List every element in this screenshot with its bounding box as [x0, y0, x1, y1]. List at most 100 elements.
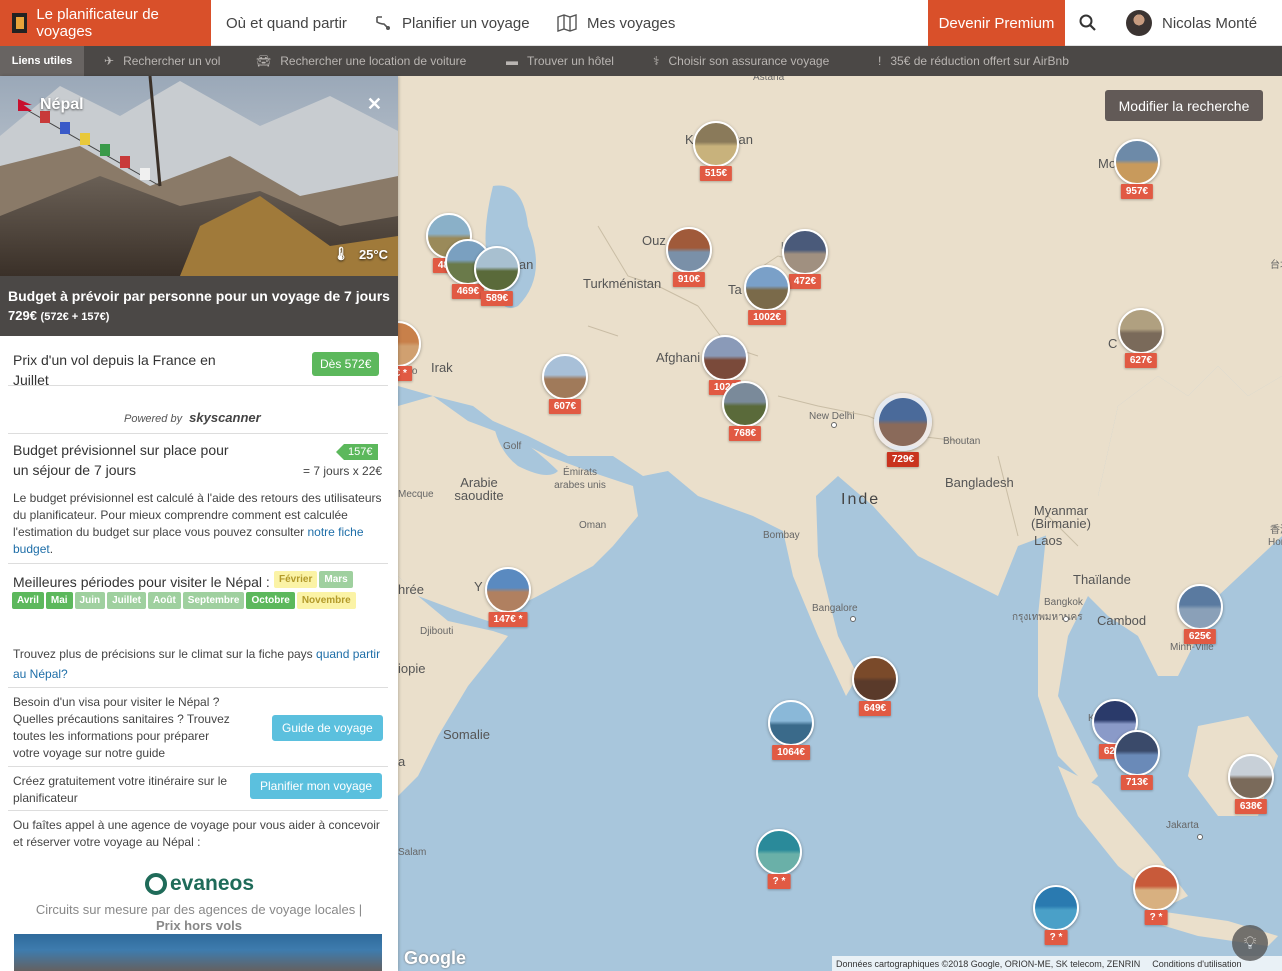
top-navbar: Le planificateur de voyages Où et quand …	[0, 0, 1282, 46]
brand-logo-icon	[12, 13, 28, 33]
month-tag: Avril	[12, 592, 44, 609]
destination-pin[interactable]	[722, 381, 768, 427]
map-credits: Données cartographiques ©2018 Google, OR…	[832, 956, 1282, 971]
destination-price-tag[interactable]: 147€ *	[488, 612, 528, 627]
plan-my-trip-button[interactable]: Planifier mon voyage	[250, 773, 383, 799]
destination-price-tag[interactable]: 469€	[451, 284, 485, 299]
nav-my-trips[interactable]: Mes voyages	[557, 0, 675, 46]
onsite-budget-text: Budget prévisionnel sur place pour un sé…	[13, 442, 229, 478]
map-label: Inde	[841, 491, 881, 508]
map-label: Myanmar (Birmanie)	[1031, 503, 1091, 531]
destination-pin[interactable]	[485, 567, 531, 613]
brand-link[interactable]: Le planificateur de voyages	[0, 0, 211, 46]
destination-price-tag[interactable]: 729€	[886, 452, 920, 467]
user-menu[interactable]: Nicolas Monté	[1126, 0, 1257, 46]
destination-pin[interactable]	[1228, 754, 1274, 800]
destination-price-tag[interactable]: ? *	[767, 874, 791, 889]
util-link-hotel-label: Trouver un hôtel	[527, 54, 614, 68]
destination-pin[interactable]	[1133, 865, 1179, 911]
util-link-airbnb[interactable]: ! 35€ de réduction offert sur AirBnb	[878, 46, 1069, 76]
evaneos-subtitle-line2: Prix hors vols	[156, 918, 242, 933]
divider	[8, 433, 388, 434]
destination-pin[interactable]	[782, 229, 828, 275]
destination-price-tag[interactable]: 589€	[480, 291, 514, 306]
skyscanner-logo: skyscanner	[189, 410, 261, 425]
util-link-flight[interactable]: ✈ Rechercher un vol	[104, 46, 220, 76]
destination-pin[interactable]	[852, 656, 898, 702]
country-name: Népal	[40, 96, 84, 113]
evaneos-name: evaneos	[170, 872, 255, 895]
destination-pin[interactable]	[1114, 730, 1160, 776]
destination-price-tag[interactable]: 8€ *	[398, 366, 412, 381]
avatar	[1126, 10, 1152, 36]
map-label: Astana	[753, 76, 785, 83]
visa-text: Besoin d'un visa pour visiter le Népal ?…	[13, 695, 230, 760]
nav-where-when[interactable]: Où et quand partir	[226, 0, 347, 46]
destination-price-tag[interactable]: 910€	[672, 272, 706, 287]
destination-price-tag[interactable]: 515€	[699, 166, 733, 181]
util-link-car[interactable]: 🚘︎ Rechercher une location de voiture	[256, 46, 466, 76]
map-label: a	[398, 754, 406, 769]
onsite-budget-tag: 157€	[336, 444, 379, 460]
bed-icon: ▬	[506, 54, 518, 68]
bangalore-marker	[850, 616, 856, 622]
flight-price-button[interactable]: Dès 572€	[312, 352, 380, 376]
destination-pin[interactable]	[1177, 584, 1223, 630]
destination-price-tag[interactable]: 638€	[1234, 799, 1268, 814]
budget-title: Budget à prévoir par personne pour un vo…	[8, 288, 390, 304]
search-icon[interactable]	[1078, 13, 1098, 33]
destination-price-tag[interactable]: 957€	[1120, 184, 1154, 199]
map-label: กรุงเทพมหานคร	[1012, 612, 1083, 623]
destination-price-tag[interactable]: 627€	[1124, 353, 1158, 368]
map-label: Golf	[503, 441, 522, 452]
destination-pin[interactable]	[702, 335, 748, 381]
evaneos-banner-image[interactable]	[14, 934, 382, 971]
destination-price-tag[interactable]: 625€	[1183, 629, 1217, 644]
route-icon	[376, 16, 390, 30]
destination-price-tag[interactable]: ? *	[1144, 910, 1168, 925]
destination-pin[interactable]	[1033, 885, 1079, 931]
destination-pin[interactable]	[693, 121, 739, 167]
map-label: Bangladesh	[945, 475, 1014, 490]
destination-price-tag[interactable]: 649€	[858, 701, 892, 716]
destination-price-tag[interactable]: 768€	[728, 426, 762, 441]
map-label: Irak	[431, 360, 453, 375]
world-map[interactable]: Turkménistan Afghani Irak Arabie saoudite In…	[398, 76, 1282, 971]
destination-pin[interactable]	[1114, 139, 1160, 185]
destination-price-tag[interactable]: 713€	[1120, 775, 1154, 790]
travel-guide-button[interactable]: Guide de voyage	[272, 715, 383, 741]
map-label: Émirats arabes unis	[554, 467, 606, 491]
destination-price-tag[interactable]: 607€	[548, 399, 582, 414]
evaneos-logo[interactable]: evaneos	[145, 872, 254, 896]
destination-pin[interactable]	[768, 700, 814, 746]
destination-price-tag[interactable]: 472€	[788, 274, 822, 289]
onsite-budget-description: Le budget prévisionnel est calculé à l'a…	[13, 490, 383, 558]
google-logo: Google	[404, 948, 466, 968]
destination-price-tag[interactable]: 1002€	[748, 310, 786, 325]
destination-price-tag[interactable]: ? *	[1044, 930, 1068, 945]
nepal-hero-image: Népal ✕ 🌡︎ 25°C	[0, 76, 398, 276]
util-link-insurance[interactable]: ⚕ Choisir son assurance voyage	[653, 46, 829, 76]
nav-plan-trip[interactable]: Planifier un voyage	[374, 0, 530, 46]
map-terms-link[interactable]: Conditions d'utilisation	[1152, 959, 1241, 969]
destination-pin[interactable]	[666, 227, 712, 273]
onsite-budget-label: Budget prévisionnel sur place pour un sé…	[13, 440, 233, 480]
modify-search-button[interactable]: Modifier la recherche	[1105, 90, 1263, 121]
destination-pin[interactable]	[474, 246, 520, 292]
destination-pin[interactable]	[1118, 308, 1164, 354]
destination-pin[interactable]	[874, 393, 932, 451]
brand-title: Le planificateur de voyages	[36, 6, 159, 40]
useful-links-bar: Liens utiles ✈ Rechercher un vol 🚘︎ Rech…	[0, 46, 1282, 76]
map-credits-text: Données cartographiques ©2018 Google, OR…	[836, 958, 1141, 969]
close-icon[interactable]: ✕	[367, 94, 382, 115]
destination-pin[interactable]	[744, 265, 790, 311]
destination-price-tag[interactable]: 1064€	[772, 745, 810, 760]
nav-plan-trip-label: Planifier un voyage	[402, 14, 530, 32]
premium-button[interactable]: Devenir Premium	[928, 0, 1065, 46]
evaneos-logo-icon	[145, 873, 167, 895]
budget-total: 729€	[8, 308, 37, 323]
util-link-hotel[interactable]: ▬ Trouver un hôtel	[506, 46, 614, 76]
lightbulb-icon[interactable]: 💡︎	[1232, 925, 1268, 961]
destination-pin[interactable]	[542, 354, 588, 400]
destination-pin[interactable]	[756, 829, 802, 875]
